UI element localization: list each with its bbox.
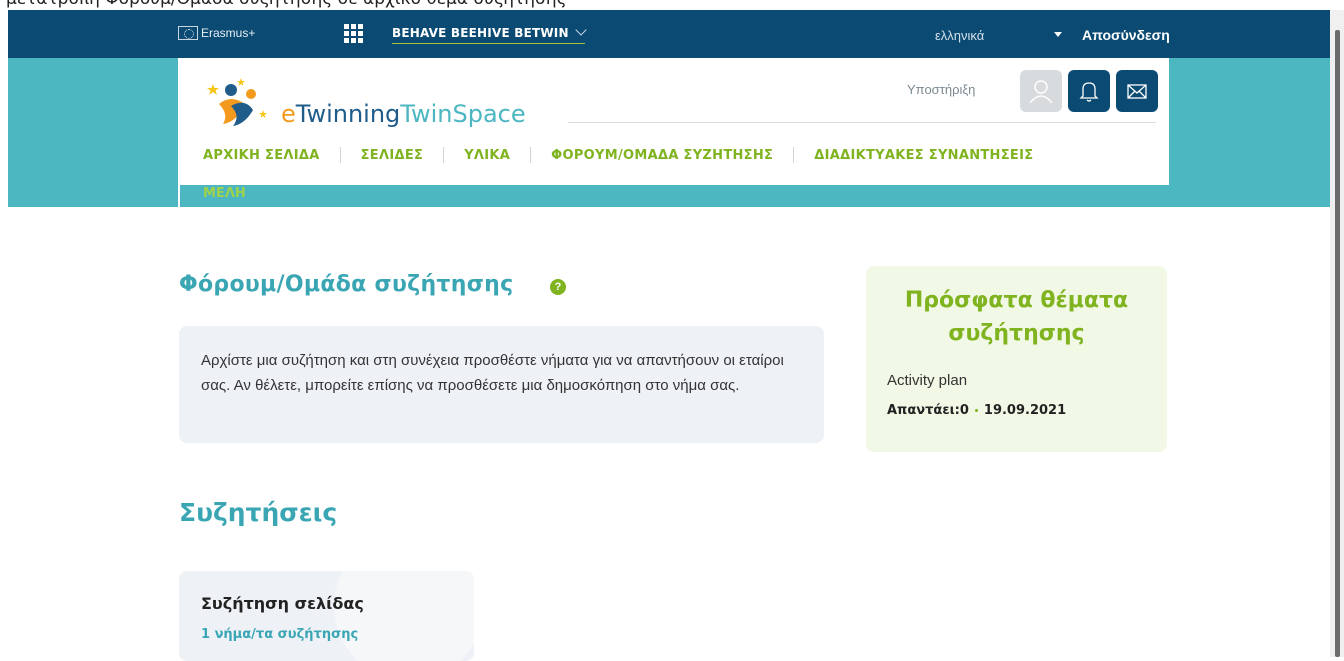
logo-wordmark: eTwinningTwinSpace xyxy=(281,100,526,128)
header-card: eTwinningTwinSpace Υποστήριξη ΑΡΧΙΚΗ ΣΕΛ… xyxy=(178,58,1169,185)
nav-second-row-marker xyxy=(178,185,180,207)
recent-topic-meta: Απαντάει:0 19.09.2021 xyxy=(887,403,1066,418)
header-divider xyxy=(568,122,1156,123)
recent-topic-link[interactable]: Activity plan xyxy=(887,372,967,389)
nav-separator xyxy=(530,147,532,163)
erasmus-link[interactable]: Erasmus+ xyxy=(178,26,255,40)
language-select[interactable]: ελληνικά xyxy=(935,28,984,43)
discussion-card-title[interactable]: Συζήτηση σελίδας xyxy=(201,594,364,613)
truncated-page-heading: μετατροπή Φόρουμ/Ομάδα συζήτησης σε αρχι… xyxy=(0,0,1344,10)
messages-button[interactable] xyxy=(1116,70,1158,112)
user-profile-button[interactable] xyxy=(1020,70,1062,112)
recent-topic-date: 19.09.2021 xyxy=(983,403,1067,418)
nav-item-pages[interactable]: ΣΕΛΙΔΕΣ xyxy=(361,148,424,163)
intro-info-box: Αρχίστε μια συζήτηση και στη συνέχεια πρ… xyxy=(179,326,824,443)
mail-icon xyxy=(1127,84,1147,99)
discussion-card[interactable]: Συζήτηση σελίδας 1 νήμα/τα συζήτησης xyxy=(179,571,474,661)
support-link[interactable]: Υποστήριξη xyxy=(907,82,975,97)
nav-separator xyxy=(339,147,341,163)
etwinning-logo[interactable]: eTwinningTwinSpace xyxy=(201,76,541,132)
top-navigation-bar: Erasmus+ BEHAVE BEEHIVE BETWIN ελληνικά … xyxy=(8,10,1330,58)
recent-topic-replies: Απαντάει:0 xyxy=(887,403,969,418)
project-selector[interactable]: BEHAVE BEEHIVE BETWIN xyxy=(392,24,587,44)
scrollbar-thumb[interactable] xyxy=(1335,30,1340,657)
etwinning-mascot-icon xyxy=(207,78,267,126)
recent-topics-title: Πρόσφατα θέματα συζήτησης xyxy=(904,288,1129,346)
caret-down-icon[interactable] xyxy=(1054,32,1062,37)
bell-icon xyxy=(1079,82,1099,102)
nav-item-members[interactable]: ΜΕΛΗ xyxy=(203,186,246,201)
nav-separator xyxy=(793,147,795,163)
page-title: Φόρουμ/Ομάδα συζήτησης xyxy=(179,272,514,297)
notifications-button[interactable] xyxy=(1068,70,1110,112)
user-icon xyxy=(1029,80,1053,103)
logout-link[interactable]: Αποσύνδεση xyxy=(1082,27,1170,43)
intro-text: Αρχίστε μια συζήτηση και στη συνέχεια πρ… xyxy=(201,352,784,394)
help-icon[interactable]: ? xyxy=(550,279,566,295)
erasmus-label: Erasmus+ xyxy=(201,26,256,40)
card-decoration xyxy=(334,571,474,661)
nav-item-forum[interactable]: ΦΟΡΟΥΜ/ΟΜΑΔΑ ΣΥΖΗΤΗΣΗΣ xyxy=(551,148,773,163)
nav-item-materials[interactable]: ΥΛΙΚΑ xyxy=(464,148,510,163)
nav-item-home[interactable]: ΑΡΧΙΚΗ ΣΕΛΙΔΑ xyxy=(203,148,320,163)
eu-flag-icon xyxy=(178,26,198,40)
chevron-down-icon xyxy=(575,24,587,36)
truncated-heading-text: μετατροπή Φόρουμ/Ομάδα συζήτησης σε αρχι… xyxy=(6,0,567,9)
project-name: BEHAVE BEEHIVE BETWIN xyxy=(392,26,569,40)
discussion-card-threads: 1 νήμα/τα συζήτησης xyxy=(201,627,359,642)
main-navigation: ΑΡΧΙΚΗ ΣΕΛΙΔΑ ΣΕΛΙΔΕΣ ΥΛΙΚΑ ΦΟΡΟΥΜ/ΟΜΑΔΑ… xyxy=(203,147,1033,163)
discussions-heading: Συζητήσεις xyxy=(179,498,338,527)
nav-item-online-meetings[interactable]: ΔΙΑΔΙΚΤΥΑΚΕΣ ΣΥΝΑΝΤΗΣΕΙΣ xyxy=(814,148,1033,163)
separator-dot-icon xyxy=(974,409,978,412)
nav-separator xyxy=(443,147,445,163)
apps-grid-icon[interactable] xyxy=(344,24,363,43)
recent-topics-panel: Πρόσφατα θέματα συζήτησης Activity plan … xyxy=(866,266,1167,452)
